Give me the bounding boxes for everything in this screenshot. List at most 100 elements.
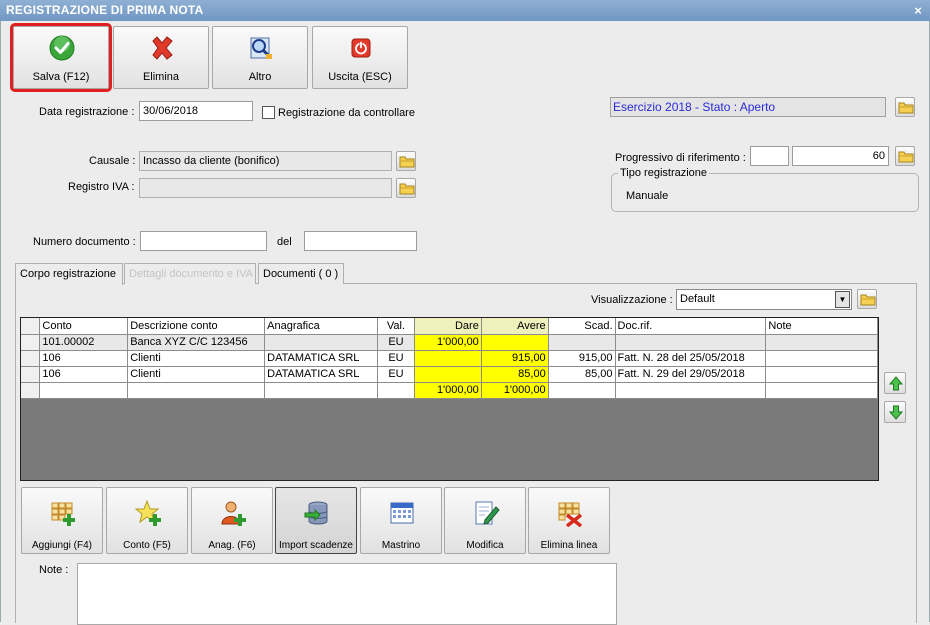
col-header-avere[interactable]: Avere xyxy=(480,318,549,335)
close-icon[interactable]: × xyxy=(914,0,922,21)
table-row[interactable]: 101.00002 Banca XYZ C/C 123456 EU 1'000,… xyxy=(21,333,878,351)
conto-label: Conto (F5) xyxy=(123,540,171,551)
cell-avere[interactable]: 85,00 xyxy=(480,365,549,383)
cell-descrizione[interactable]: Clienti xyxy=(127,349,266,367)
col-header-valuta[interactable]: Val. xyxy=(377,318,415,335)
folder-icon xyxy=(898,102,914,114)
totals-row: 1'000,00 1'000,00 xyxy=(21,381,878,399)
check-to-verify-checkbox[interactable] xyxy=(262,106,275,119)
causale-field[interactable]: Incasso da cliente (bonifico) xyxy=(139,151,392,171)
tab-documenti[interactable]: Documenti ( 0 ) xyxy=(258,263,344,284)
anagrafica-button[interactable]: Anag. (F6) xyxy=(191,487,273,554)
modifica-button[interactable]: Modifica xyxy=(444,487,526,554)
cell-avere[interactable] xyxy=(480,333,549,351)
total-empty-cell xyxy=(377,381,415,399)
import-scadenze-button[interactable]: Import scadenze xyxy=(275,487,357,554)
cell-scadenza[interactable]: 915,00 xyxy=(547,349,616,367)
causale-folder-button[interactable] xyxy=(396,151,416,171)
exit-button[interactable]: Uscita (ESC) xyxy=(312,26,408,89)
modifica-label: Modifica xyxy=(466,540,504,551)
folder-icon xyxy=(898,151,914,163)
visualizzazione-label: Visualizzazione : xyxy=(591,294,673,306)
search-document-icon xyxy=(250,37,273,60)
tipo-registrazione-title: Tipo registrazione xyxy=(618,167,710,179)
cell-dare[interactable] xyxy=(413,349,482,367)
delete-button-label: Elimina xyxy=(142,71,180,83)
causale-label: Causale : xyxy=(89,155,136,167)
registro-iva-folder-button[interactable] xyxy=(396,178,416,198)
other-button-label: Altro xyxy=(248,71,272,83)
arrow-up-icon xyxy=(889,376,903,391)
total-empty-cell xyxy=(765,381,878,399)
col-header-scadenza[interactable]: Scad. xyxy=(547,318,616,335)
cell-note[interactable] xyxy=(765,333,878,351)
col-header-anagrafica[interactable]: Anagrafica xyxy=(264,318,379,335)
mastrino-label: Mastrino xyxy=(381,540,421,551)
cell-descrizione[interactable]: Banca XYZ C/C 123456 xyxy=(127,333,266,351)
red-x-icon xyxy=(152,36,173,60)
visualizzazione-folder-button[interactable] xyxy=(857,289,877,309)
row-gutter xyxy=(21,365,41,383)
tab-dettagli-documento[interactable]: Dettagli documento e IVA xyxy=(124,263,256,284)
numero-documento-label: Numero documento : xyxy=(33,236,136,248)
col-header-descrizione[interactable]: Descrizione conto xyxy=(127,318,266,335)
other-button[interactable]: Altro xyxy=(212,26,308,89)
move-down-button[interactable] xyxy=(884,401,906,423)
anagrafica-label: Anag. (F6) xyxy=(208,540,256,551)
progressivo-prefix-field[interactable] xyxy=(750,146,789,166)
cell-valuta[interactable]: EU xyxy=(377,365,415,383)
cell-anagrafica[interactable] xyxy=(264,333,379,351)
table-row[interactable]: 106 Clienti DATAMATICA SRL EU 915,00 915… xyxy=(21,349,878,367)
tipo-registrazione-value: Manuale xyxy=(626,190,669,202)
entries-grid[interactable]: Conto Descrizione conto Anagrafica Val. … xyxy=(20,317,879,481)
date-field[interactable]: 30/06/2018 xyxy=(139,101,253,121)
cell-scadenza[interactable]: 85,00 xyxy=(547,365,616,383)
cell-avere[interactable]: 915,00 xyxy=(480,349,549,367)
col-header-note[interactable]: Note xyxy=(765,318,878,335)
move-up-button[interactable] xyxy=(884,372,906,394)
delete-line-button[interactable]: Elimina linea xyxy=(528,487,610,554)
cell-note[interactable] xyxy=(765,365,878,383)
progressivo-folder-button[interactable] xyxy=(895,146,915,166)
conto-button[interactable]: Conto (F5) xyxy=(106,487,188,554)
save-button-label: Salva (F12) xyxy=(32,71,90,83)
entries-table: Conto Descrizione conto Anagrafica Val. … xyxy=(21,318,878,399)
delete-button[interactable]: Elimina xyxy=(113,26,209,89)
cell-anagrafica[interactable]: DATAMATICA SRL xyxy=(264,365,379,383)
edit-document-icon xyxy=(475,501,500,525)
visualizzazione-select[interactable]: Default ▼ xyxy=(676,289,852,310)
row-gutter xyxy=(21,381,41,399)
add-line-button[interactable]: Aggiungi (F4) xyxy=(21,487,103,554)
cell-descrizione[interactable]: Clienti xyxy=(127,365,266,383)
row-gutter xyxy=(21,349,41,367)
cell-conto[interactable]: 106 xyxy=(39,365,129,383)
tab-corpo-registrazione[interactable]: Corpo registrazione xyxy=(15,263,123,285)
cell-valuta[interactable]: EU xyxy=(377,349,415,367)
cell-anagrafica[interactable]: DATAMATICA SRL xyxy=(264,349,379,367)
del-date-field[interactable] xyxy=(304,231,417,251)
cell-note[interactable] xyxy=(765,349,878,367)
numero-documento-field[interactable] xyxy=(140,231,267,251)
total-empty-cell xyxy=(614,381,767,399)
cell-docrif[interactable]: Fatt. N. 29 del 29/05/2018 xyxy=(614,365,767,383)
star-add-icon xyxy=(134,499,161,526)
cell-conto[interactable]: 101.00002 xyxy=(39,333,129,351)
note-textarea[interactable] xyxy=(77,563,617,625)
registro-iva-field[interactable] xyxy=(139,178,392,198)
mastrino-button[interactable]: Mastrino xyxy=(360,487,442,554)
date-label: Data registrazione : xyxy=(39,106,135,118)
table-row[interactable]: 106 Clienti DATAMATICA SRL EU 85,00 85,0… xyxy=(21,365,878,383)
cell-dare[interactable]: 1'000,00 xyxy=(413,333,482,351)
cell-dare[interactable] xyxy=(413,365,482,383)
progressivo-field[interactable]: 60 xyxy=(792,146,889,166)
cell-docrif[interactable] xyxy=(614,333,767,351)
save-button[interactable]: Salva (F12) xyxy=(10,23,112,92)
cell-docrif[interactable]: Fatt. N. 28 del 25/05/2018 xyxy=(614,349,767,367)
status-folder-button[interactable] xyxy=(895,97,915,117)
cell-scadenza[interactable] xyxy=(547,333,616,351)
col-header-conto[interactable]: Conto xyxy=(39,318,129,335)
cell-conto[interactable]: 106 xyxy=(39,349,129,367)
col-header-dare[interactable]: Dare xyxy=(413,318,482,335)
col-header-docrif[interactable]: Doc.rif. xyxy=(614,318,767,335)
cell-valuta[interactable]: EU xyxy=(377,333,415,351)
